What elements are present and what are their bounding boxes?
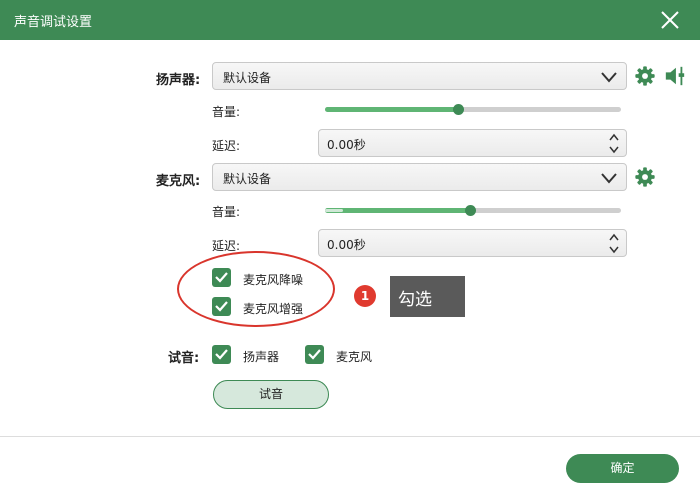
microphone-volume-label: 音量:: [212, 205, 241, 219]
speaker-settings-button[interactable]: [634, 65, 656, 87]
microphone-volume-fill: [325, 208, 470, 213]
speaker-adjust-icon: [665, 66, 685, 86]
speaker-volume-thumb[interactable]: [453, 104, 464, 115]
speaker-label: 扬声器:: [156, 73, 201, 88]
test-speaker-label: 扬声器: [243, 350, 280, 364]
microphone-delay-value: 0.00秒: [327, 238, 366, 252]
microphone-delay-spinbox[interactable]: 0.00秒: [318, 229, 627, 257]
chevron-down-icon[interactable]: [608, 245, 620, 254]
checkmark-icon: [215, 349, 228, 360]
speaker-volume-slider[interactable]: [325, 104, 621, 115]
checkmark-icon: [308, 349, 321, 360]
test-label: 试音:: [168, 351, 200, 366]
microphone-label: 麦克风:: [156, 174, 201, 189]
chevron-up-icon[interactable]: [608, 133, 620, 142]
speaker-volume-fill: [325, 107, 458, 112]
chevron-up-icon[interactable]: [608, 233, 620, 242]
speaker-delay-spinbox[interactable]: 0.00秒: [318, 129, 627, 157]
test-speaker-checkbox[interactable]: [212, 345, 231, 364]
footer-divider: [0, 436, 700, 437]
speaker-delay-label: 延迟:: [212, 139, 241, 153]
close-icon: [661, 11, 679, 29]
ok-button[interactable]: 确定: [566, 454, 679, 483]
chevron-down-icon: [601, 72, 617, 83]
speaker-volume-button[interactable]: [664, 65, 686, 87]
speaker-device-value: 默认设备: [223, 71, 272, 85]
annotation-step-badge: 1: [354, 285, 376, 307]
microphone-volume-thumb[interactable]: [465, 205, 476, 216]
test-sound-button[interactable]: 试音: [213, 380, 329, 409]
chevron-down-icon: [601, 173, 617, 184]
gear-icon: [635, 167, 655, 187]
dialog-title: 声音调试设置: [14, 15, 93, 30]
chevron-down-icon[interactable]: [608, 145, 620, 154]
microphone-device-select[interactable]: 默认设备: [212, 163, 627, 191]
speaker-device-select[interactable]: 默认设备: [212, 62, 627, 90]
gear-icon: [635, 66, 655, 86]
sound-settings-dialog: 声音调试设置 扬声器: 默认设备 音量: 延迟: 0.00秒 麦克风: 默认设备…: [0, 0, 700, 500]
annotation-callout: 勾选: [390, 276, 465, 317]
annotation-ellipse: [177, 251, 335, 327]
title-bar: 声音调试设置: [0, 0, 700, 40]
test-mic-label: 麦克风: [336, 350, 373, 364]
annotation-callout-text: 勾选: [398, 290, 432, 310]
microphone-volume-slider[interactable]: [325, 205, 621, 216]
speaker-volume-label: 音量:: [212, 105, 241, 119]
test-mic-checkbox[interactable]: [305, 345, 324, 364]
speaker-delay-value: 0.00秒: [327, 138, 366, 152]
microphone-settings-button[interactable]: [634, 166, 656, 188]
microphone-input-level: [325, 209, 343, 212]
microphone-device-value: 默认设备: [223, 172, 272, 186]
close-button[interactable]: [656, 6, 684, 34]
